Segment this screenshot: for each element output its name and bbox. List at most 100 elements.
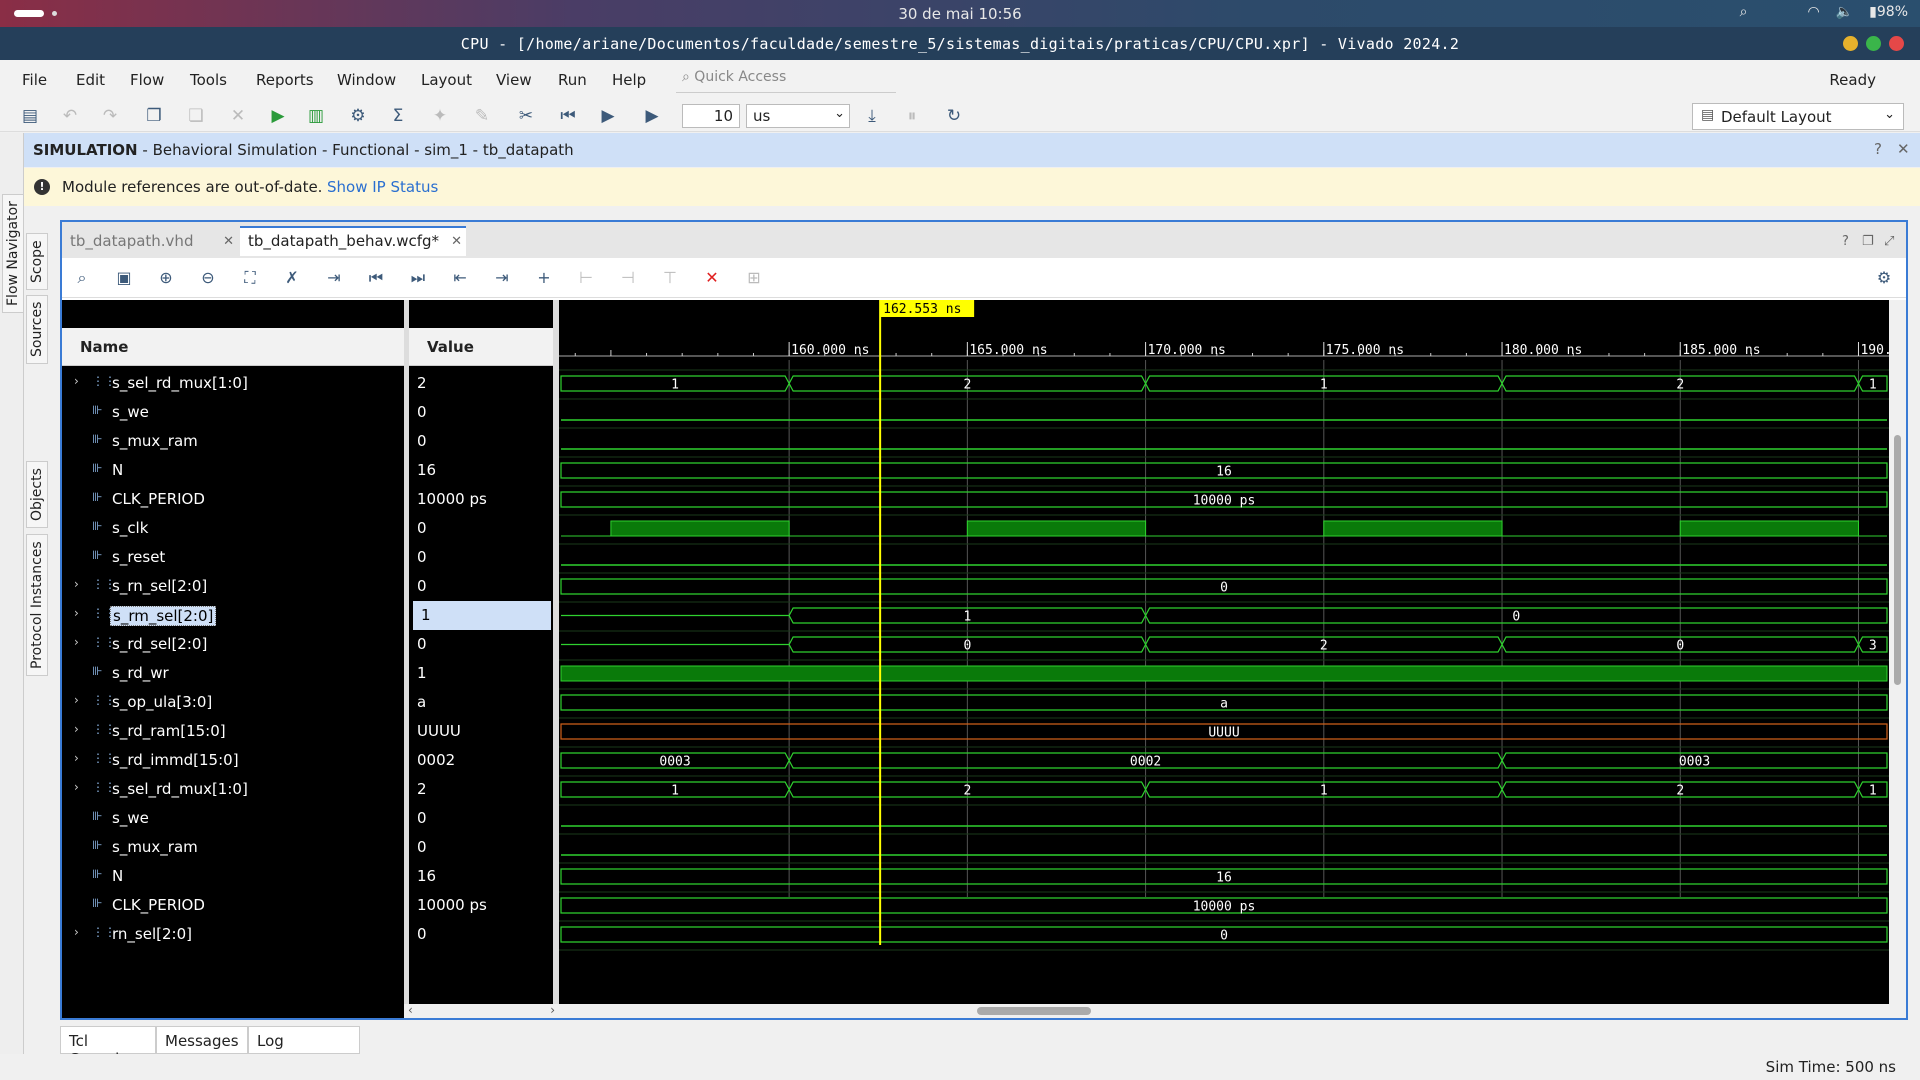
expand-icon[interactable]: › [74,751,79,765]
expand-icon[interactable]: › [74,374,79,388]
restart-icon[interactable]: ⏮ [556,104,580,128]
next-transition-icon[interactable]: ⇥ [490,266,514,290]
close-icon[interactable]: ✕ [1897,140,1910,158]
menu-tools[interactable]: Tools [190,71,227,89]
expand-icon[interactable]: › [74,606,79,620]
signal-value[interactable]: 10000 ps [409,485,553,514]
close-icon[interactable]: ✕ [223,234,234,249]
signal-value[interactable]: 0 [409,514,553,543]
vertical-scrollbar[interactable] [1889,300,1906,1004]
signal-value[interactable]: 16 [409,862,553,891]
menu-edit[interactable]: Edit [76,71,105,89]
run-time-input[interactable]: 10 [682,104,740,128]
signal-value[interactable]: a [409,688,553,717]
signal-value[interactable]: 0 [409,427,553,456]
prev-marker-icon[interactable]: ⊢ [574,266,598,290]
prev-transition-icon[interactable]: ⇤ [448,266,472,290]
sources-tab[interactable]: Sources [26,294,48,364]
signal-row[interactable]: › ⋮⋮ s_rd_ram[15:0] [62,717,404,746]
run-all-icon[interactable]: ▶ [596,104,620,128]
maximize-icon[interactable]: ⤢ [1884,234,1894,249]
signal-value[interactable]: 0 [409,572,553,601]
settings-icon[interactable]: ⚙ [1872,266,1896,290]
waveform-area[interactable]: 160.000 ns 165.000 ns 170.000 ns 175.000 ns… [559,300,1889,1004]
menu-help[interactable]: Help [612,71,646,89]
zoom-out-icon[interactable]: ⊖ [196,266,220,290]
signal-value[interactable]: 10000 ps [409,891,553,920]
signal-value[interactable]: 1 [413,601,551,630]
signal-row[interactable]: ⊪ N [62,862,404,891]
signal-row[interactable]: ⊪ s_reset [62,543,404,572]
paste-icon[interactable]: ❏ [184,104,208,128]
signal-row[interactable]: ⊪ CLK_PERIOD [62,485,404,514]
pause-icon[interactable]: ⏸ [900,104,924,128]
tab-tb-datapath-behav-wcfg[interactable]: tb_datapath_behav.wcfg* ✕ [240,226,466,256]
signal-row[interactable]: › ⋮⋮ s_sel_rd_mux[1:0] [62,775,404,804]
signal-row[interactable]: › ⋮⋮ s_rd_sel[2:0] [62,630,404,659]
value-column-header[interactable]: Value [409,328,553,366]
horizontal-scroll-thumb[interactable] [977,1007,1091,1015]
signal-value[interactable]: 0 [409,804,553,833]
tab-log[interactable]: Log [248,1026,360,1054]
signal-value[interactable]: UUUU [409,717,553,746]
step-icon[interactable]: ⤓ [860,104,884,128]
waveform-canvas[interactable]: 160.000 ns 165.000 ns 170.000 ns 175.000 ns… [559,300,1889,1004]
settings-icon[interactable]: ⚙ [346,104,370,128]
name-column-header[interactable]: Name [62,328,404,366]
maximize-button[interactable] [1866,36,1881,51]
snap-icon[interactable]: ⊞ [742,266,766,290]
layout-select[interactable]: ▤ Default Layout ⌄ [1692,103,1904,130]
swap-cursors-icon[interactable]: ⊤ [658,266,682,290]
open-icon[interactable]: ▤ [18,104,42,128]
expand-icon[interactable]: › [74,780,79,794]
menu-layout[interactable]: Layout [421,71,472,89]
signal-row[interactable]: ⊪ s_rd_wr [62,659,404,688]
signal-value[interactable]: 0 [409,920,553,949]
goto-start-icon[interactable]: ⏮ [364,266,388,290]
signal-value[interactable]: 2 [409,369,553,398]
search-icon[interactable]: ⌕ [70,266,94,290]
add-marker-icon[interactable]: + [532,266,556,290]
expand-icon[interactable]: › [74,635,79,649]
minimize-button[interactable] [1843,36,1858,51]
menu-reports[interactable]: Reports [256,71,314,89]
signal-row[interactable]: › ⋮⋮ rn_sel[2:0] [62,920,404,949]
signal-row[interactable]: ⊪ s_we [62,398,404,427]
signal-row[interactable]: ⊪ N [62,456,404,485]
signal-row[interactable]: ⊪ CLK_PERIOD [62,891,404,920]
vertical-scroll-thumb[interactable] [1894,435,1901,685]
menu-run[interactable]: Run [558,71,587,89]
flow-navigator-tab[interactable]: Flow Navigator [2,194,24,313]
system-tray[interactable]: ⌕ ◠ 🔈 ▮98% [1740,4,1908,20]
goto-end-icon[interactable]: ⏭ [406,266,430,290]
next-marker-icon[interactable]: ⊣ [616,266,640,290]
objects-tab[interactable]: Objects [26,461,48,528]
tool-icon[interactable]: ✎ [470,104,494,128]
help-icon[interactable]: ? [1842,234,1849,249]
run-for-icon[interactable]: ▶ [640,104,664,128]
signal-row[interactable]: › ⋮⋮ s_rd_immd[15:0] [62,746,404,775]
wand-icon[interactable]: ✦ [428,104,452,128]
redo-icon[interactable]: ↷ [98,104,122,128]
signal-row[interactable]: ⊪ s_we [62,804,404,833]
save-icon[interactable]: ▣ [112,266,136,290]
delete-icon[interactable]: ✕ [226,104,250,128]
expand-icon[interactable]: › [74,693,79,707]
show-ip-status-link[interactable]: Show IP Status [327,178,438,196]
zoom-cursor-icon[interactable]: ✗ [280,266,304,290]
signal-value[interactable]: 0 [409,543,553,572]
signal-value[interactable]: 16 [409,456,553,485]
tab-tb-datapath-vhd[interactable]: tb_datapath.vhd ✕ [62,228,238,258]
close-button[interactable] [1889,36,1904,51]
undo-icon[interactable]: ↶ [58,104,82,128]
signal-value[interactable]: 1 [409,659,553,688]
signal-value[interactable]: 2 [409,775,553,804]
signal-row[interactable]: › ⋮⋮ s_rn_sel[2:0] [62,572,404,601]
signal-value[interactable]: 0002 [409,746,553,775]
signal-row[interactable]: ⊪ s_mux_ram [62,833,404,862]
goto-cursor-icon[interactable]: ⇥ [322,266,346,290]
relaunch-icon[interactable]: ↻ [942,104,966,128]
zoom-fit-icon[interactable]: ⛶ [238,266,262,290]
signal-value[interactable]: 0 [409,398,553,427]
scroll-left-icon[interactable]: ‹ [408,1003,413,1017]
